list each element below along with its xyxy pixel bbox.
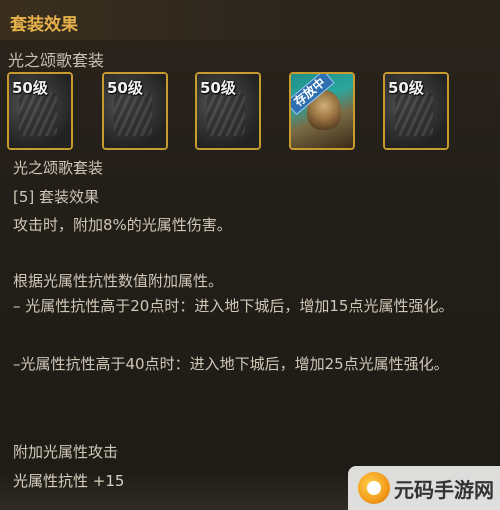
attr-header: 根据光属性抗性数值附加属性。: [13, 272, 224, 290]
set-item-slot-4[interactable]: 存放中: [289, 72, 355, 150]
item-level-label: 50级: [12, 79, 48, 97]
resist-line: 光属性抗性 +15: [13, 472, 125, 490]
set-name: 光之颂歌套装: [8, 51, 105, 70]
attr-rule-2: –光属性抗性高于40点时：进入地下城后，增加25点光属性强化。: [13, 355, 449, 373]
detail-set-name: 光之颂歌套装: [13, 159, 104, 177]
item-level-label: 50级: [107, 79, 143, 97]
item-tooltip-panel: 套装效果 光之颂歌套装 50级 50级 50级 存放中 50级 光之颂歌套装 […: [0, 0, 500, 510]
item-level-label: 50级: [388, 79, 424, 97]
bonus-header: [5] 套装效果: [13, 188, 100, 206]
bonus-line: 攻击时，附加8%的光属性伤害。: [13, 216, 232, 234]
set-item-slot-1[interactable]: 50级: [7, 72, 73, 150]
site-watermark: 元码手游网: [348, 466, 500, 510]
set-item-slot-5[interactable]: 50级: [383, 72, 449, 150]
attr-rule-1: – 光属性抗性高于20点时：进入地下城后，增加15点光属性强化。: [13, 297, 454, 315]
site-logo-icon: [358, 472, 390, 504]
watermark-text: 元码手游网: [394, 477, 494, 502]
section-title: 套装效果: [10, 15, 78, 35]
item-level-label: 50级: [200, 79, 236, 97]
set-items-row: 50级 50级 50级 存放中 50级: [7, 72, 487, 150]
set-item-slot-3[interactable]: 50级: [195, 72, 261, 150]
attack-header: 附加光属性攻击: [13, 443, 119, 461]
set-item-slot-2[interactable]: 50级: [102, 72, 168, 150]
